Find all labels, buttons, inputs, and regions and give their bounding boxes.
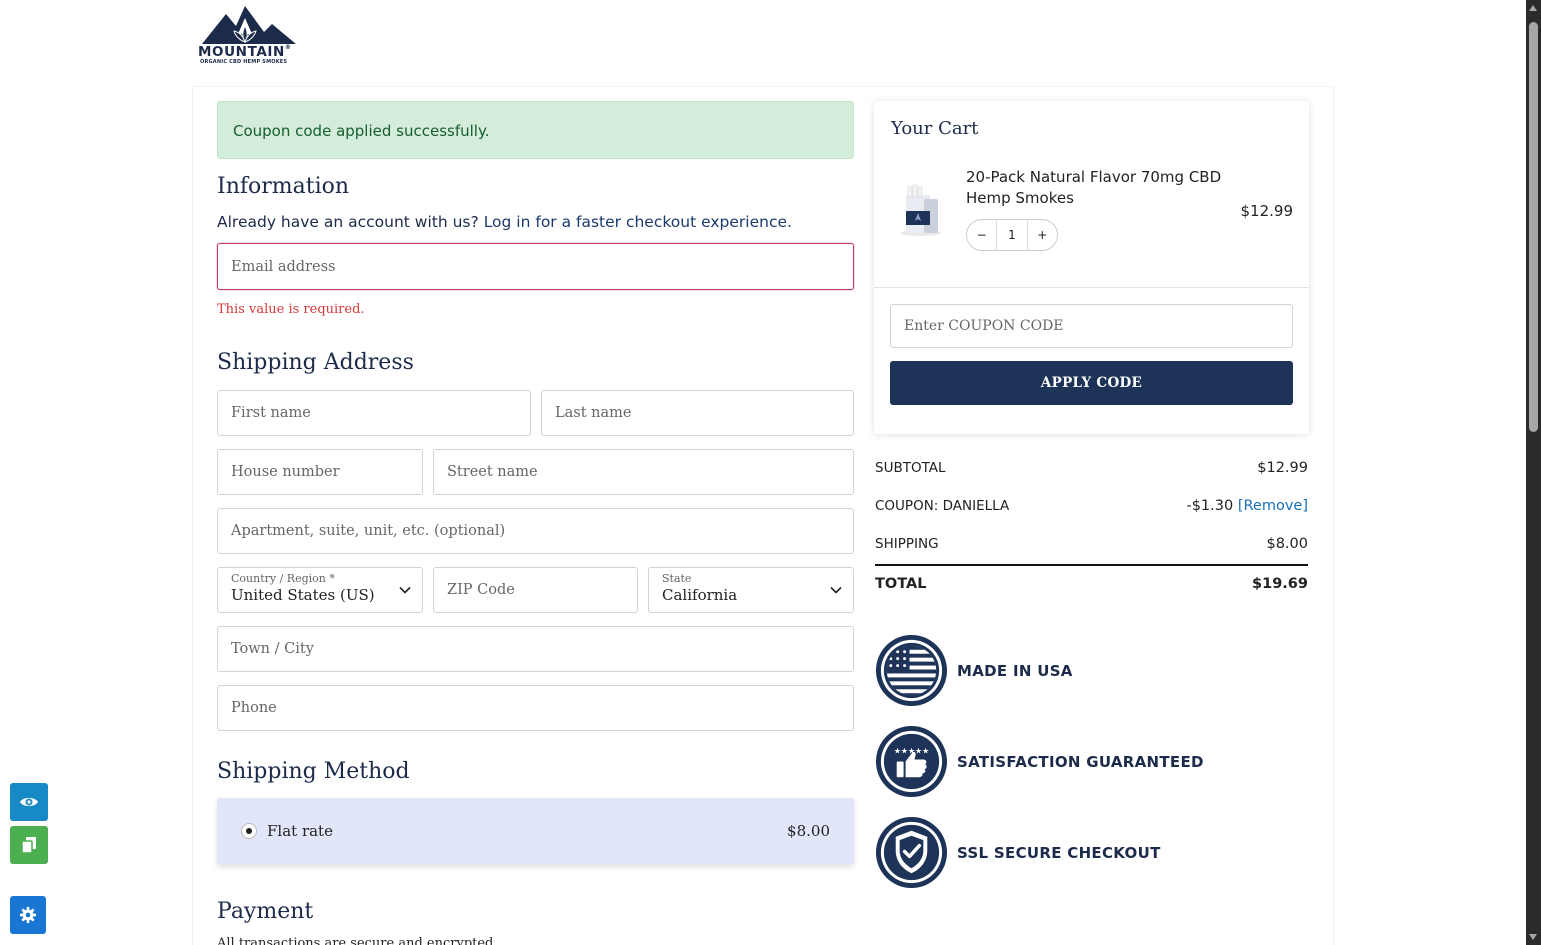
cart-panel: Your Cart 20-Pack Natural Flavor 70mg CB…: [874, 101, 1309, 434]
zip-code-field[interactable]: ZIP Code: [433, 567, 638, 613]
city-field[interactable]: Town / City: [217, 626, 854, 672]
country-select[interactable]: Country / Region * United States (US): [217, 567, 423, 613]
email-field[interactable]: Email address: [217, 243, 854, 290]
total-value: $19.69: [1252, 576, 1308, 592]
scrollbar-thumb[interactable]: [1529, 22, 1538, 432]
account-prompt: Already have an account with us? Log in …: [217, 213, 792, 231]
mountain-logo-icon: [202, 6, 296, 44]
total-row: TOTAL $19.69: [875, 576, 1308, 592]
page-scrollbar[interactable]: [1526, 0, 1541, 945]
subtotal-value: $12.99: [1257, 460, 1308, 476]
quantity-increment-button[interactable]: +: [1028, 228, 1057, 242]
payment-subtitle: All transactions are secure and encrypte…: [217, 936, 498, 945]
first-name-field[interactable]: First name: [217, 390, 531, 436]
chevron-down-icon: [830, 586, 842, 594]
quantity-stepper: − 1 +: [966, 219, 1058, 251]
chevron-down-icon: [399, 586, 411, 594]
remove-coupon-link[interactable]: [Remove]: [1238, 498, 1308, 514]
brand-logo[interactable]: MOUNTAIN® ORGANIC CBD HEMP SMOKES: [198, 4, 300, 68]
street-name-placeholder: Street name: [447, 464, 538, 480]
flat-rate-radio[interactable]: [241, 823, 257, 839]
preview-tool-button[interactable]: [10, 783, 48, 821]
payment-heading: Payment: [217, 899, 314, 924]
coupon-row: COUPON: DANIELLA -$1.30 [Remove]: [875, 498, 1308, 514]
coupon-label: COUPON: DANIELLA: [875, 498, 1010, 514]
eye-icon: [20, 797, 38, 807]
brand-tagline: ORGANIC CBD HEMP SMOKES: [200, 59, 288, 65]
information-heading: Information: [217, 174, 350, 199]
state-label: State: [662, 572, 692, 585]
phone-field[interactable]: Phone: [217, 685, 854, 731]
cart-item-name: 20-Pack Natural Flavor 70mg CBD Hemp Smo…: [966, 168, 1222, 207]
street-name-field[interactable]: Street name: [433, 449, 854, 495]
coupon-value-wrap: -$1.30 [Remove]: [1186, 498, 1308, 514]
us-flag-icon: [875, 634, 948, 707]
coupon-code-placeholder: Enter COUPON CODE: [904, 318, 1064, 334]
account-prompt-text: Already have an account with us?: [217, 213, 479, 231]
country-value: United States (US): [231, 586, 375, 604]
shipping-option-price: $8.00: [787, 822, 830, 840]
quantity-decrement-button[interactable]: −: [967, 228, 996, 242]
badge-ssl-secure-checkout: SSL SECURE CHECKOUT: [874, 815, 1161, 890]
badge-label: MADE IN USA: [957, 661, 1073, 680]
state-select[interactable]: State California: [648, 567, 854, 613]
email-placeholder: Email address: [231, 258, 336, 275]
apply-code-button[interactable]: APPLY CODE: [890, 361, 1293, 405]
cart-title: Your Cart: [891, 118, 979, 139]
house-number-field[interactable]: House number: [217, 449, 423, 495]
scroll-up-arrow[interactable]: [1529, 5, 1537, 11]
cart-item-price: $12.99: [1240, 202, 1294, 220]
email-error-message: This value is required.: [217, 302, 365, 317]
shield-check-icon: [875, 816, 948, 889]
brand-name: MOUNTAIN®: [198, 44, 292, 60]
subtotal-label: SUBTOTAL: [875, 460, 946, 476]
product-image: [901, 184, 941, 236]
badge-label: SATISFACTION GUARANTEED: [957, 752, 1204, 771]
apartment-placeholder: Apartment, suite, unit, etc. (optional): [231, 523, 506, 539]
shipping-address-heading: Shipping Address: [217, 350, 414, 375]
state-value: California: [662, 586, 738, 604]
first-name-placeholder: First name: [231, 405, 311, 421]
thumbs-up-icon: ★★★★★: [875, 725, 948, 798]
badge-label: SSL SECURE CHECKOUT: [957, 843, 1161, 862]
subtotal-row: SUBTOTAL $12.99: [875, 460, 1308, 476]
shipping-method-heading: Shipping Method: [217, 759, 410, 784]
country-label: Country / Region *: [231, 572, 335, 585]
coupon-code-field[interactable]: Enter COUPON CODE: [890, 304, 1293, 348]
coupon-success-alert: Coupon code applied successfully.: [217, 101, 854, 159]
city-placeholder: Town / City: [231, 641, 314, 657]
last-name-field[interactable]: Last name: [541, 390, 854, 436]
settings-tool-button[interactable]: [10, 896, 46, 934]
phone-placeholder: Phone: [231, 700, 277, 716]
shipping-option-label: Flat rate: [267, 822, 333, 840]
zip-code-placeholder: ZIP Code: [447, 582, 515, 598]
shipping-option-flat-rate[interactable]: Flat rate $8.00: [217, 798, 854, 864]
total-label: TOTAL: [875, 576, 927, 592]
shipping-row: SHIPPING $8.00: [875, 536, 1308, 552]
badge-made-in-usa: MADE IN USA: [874, 633, 1073, 708]
totals-divider: [875, 564, 1308, 566]
cart-divider: [874, 287, 1309, 288]
quantity-value[interactable]: 1: [996, 220, 1028, 250]
duplicate-tool-button[interactable]: [10, 826, 48, 864]
gear-icon: [19, 906, 37, 924]
shipping-value: $8.00: [1266, 536, 1308, 552]
apartment-field[interactable]: Apartment, suite, unit, etc. (optional): [217, 508, 854, 554]
badge-satisfaction-guaranteed: ★★★★★ SATISFACTION GUARANTEED: [874, 724, 1204, 799]
scroll-down-arrow[interactable]: [1529, 934, 1537, 940]
house-number-placeholder: House number: [231, 464, 340, 480]
login-link[interactable]: Log in for a faster checkout experience.: [484, 213, 792, 231]
last-name-placeholder: Last name: [555, 405, 632, 421]
shipping-label: SHIPPING: [875, 536, 939, 552]
copy-icon: [21, 837, 36, 854]
coupon-value: -$1.30: [1186, 498, 1234, 514]
